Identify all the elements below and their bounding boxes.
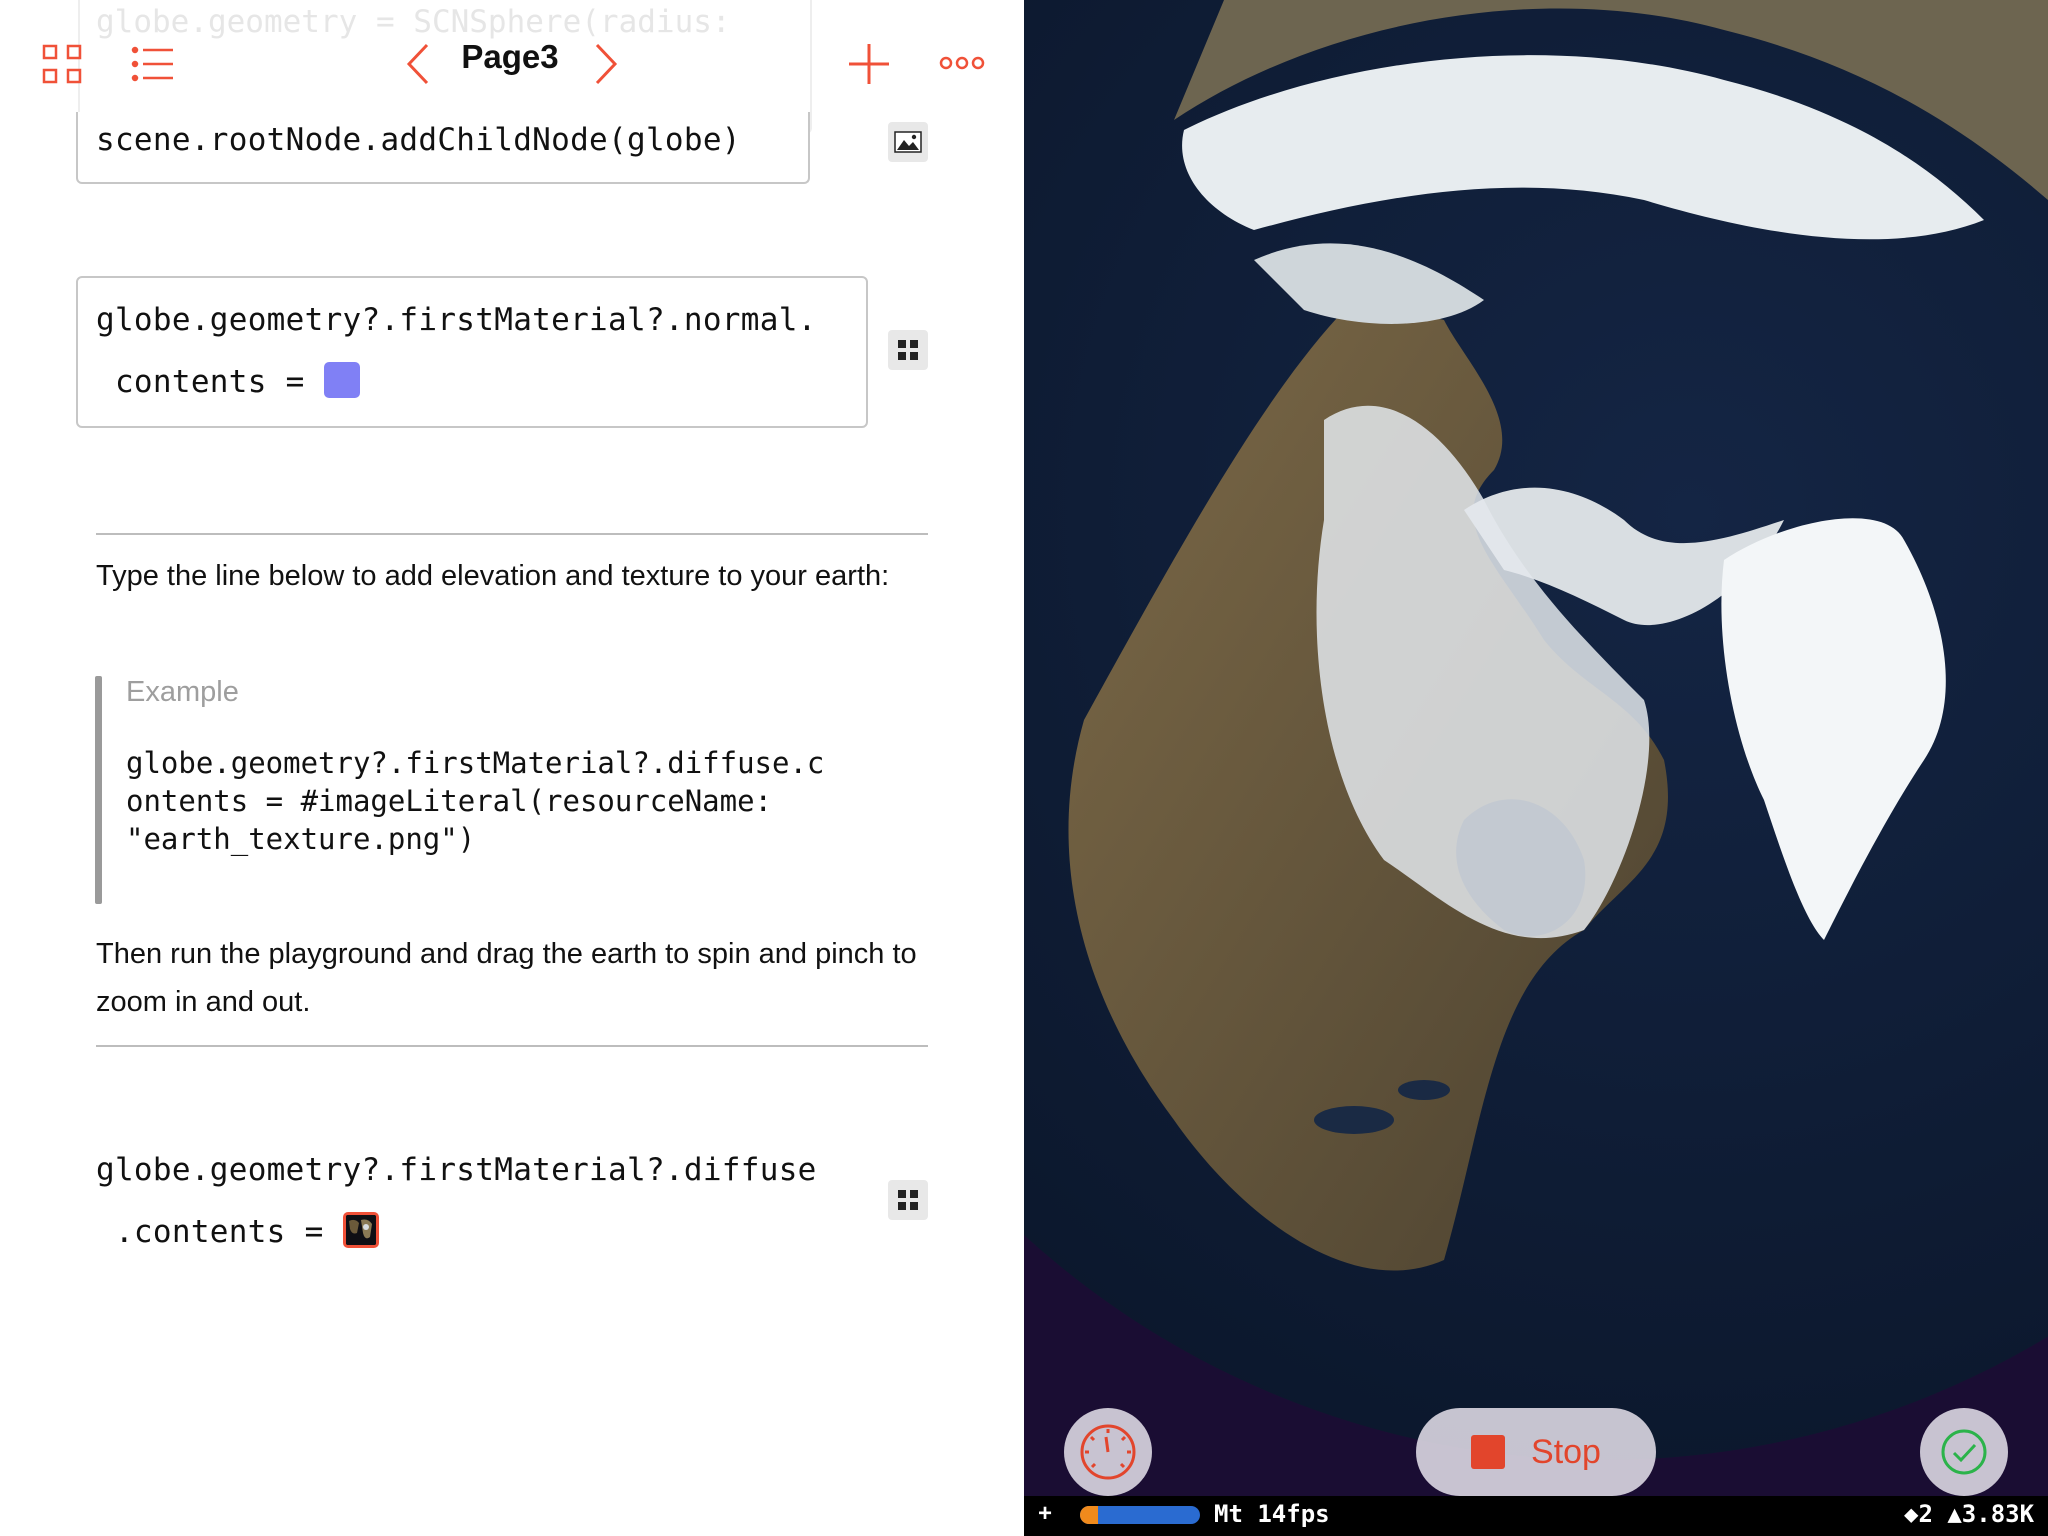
section-divider-top — [96, 533, 928, 535]
page-title: Page3 — [461, 38, 559, 75]
code-line-normal-1[interactable]: globe.geometry?.firstMaterial?.normal. — [96, 302, 817, 338]
grid-results-icon — [898, 340, 918, 360]
example-label: Example — [126, 676, 239, 708]
more-icon[interactable] — [938, 48, 986, 78]
stop-icon — [1471, 1435, 1506, 1469]
live-view[interactable]: Stop + Mt 14fps ◆2 ▲3.83K — [1024, 0, 2048, 1536]
speedometer-icon — [1080, 1424, 1136, 1480]
code-text: contents = — [96, 364, 324, 400]
example-code-line-2: ontents = #imageLiteral(resourceName: — [126, 784, 773, 818]
code-line-add-child[interactable]: scene.rootNode.addChildNode(globe) — [96, 122, 741, 158]
chevron-right-icon[interactable] — [588, 40, 624, 88]
image-literal-thumbnail[interactable] — [342, 1212, 379, 1248]
run-instruction-text: Then run the playground and drag the ear… — [96, 938, 917, 1018]
instruction-text: Type the line below to add elevation and… — [96, 560, 890, 592]
run-status-button[interactable] — [1920, 1408, 2008, 1496]
node-triangle-count: ◆2 ▲3.83K — [1904, 1500, 2035, 1528]
results-toggle-button[interactable] — [888, 1180, 928, 1220]
list-icon[interactable] — [130, 42, 176, 86]
great-lakes — [1314, 1106, 1394, 1134]
example-code-line-1: globe.geometry?.firstMaterial?.diffuse.c — [126, 746, 825, 780]
image-icon — [894, 131, 922, 153]
great-lakes — [1398, 1080, 1450, 1100]
code-line-normal-2[interactable]: contents = — [96, 362, 360, 400]
results-toggle-button[interactable] — [888, 330, 928, 370]
code-line-diffuse-1[interactable]: globe.geometry?.firstMaterial?.diffuse — [96, 1152, 817, 1188]
code-cell-normal[interactable] — [76, 276, 868, 428]
image-viewer-button[interactable] — [888, 122, 928, 162]
code-editor: globe.geometry = SCNSphere(radius: Page3 — [0, 0, 1024, 1536]
fps-readout: Mt 14fps — [1214, 1500, 1330, 1528]
render-progress-fill — [1080, 1506, 1098, 1524]
example-code-line-3: "earth_texture.png") — [126, 822, 476, 856]
stop-label: Stop — [1531, 1432, 1601, 1471]
speedometer-button[interactable] — [1064, 1408, 1152, 1496]
code-text: .contents = — [96, 1214, 343, 1250]
code-line-diffuse-2[interactable]: .contents = — [96, 1212, 379, 1250]
plus-icon[interactable] — [845, 40, 893, 88]
toolbar: Page3 — [0, 0, 1024, 128]
stop-button[interactable]: Stop — [1416, 1408, 1656, 1496]
render-progress-bar — [1080, 1506, 1200, 1524]
checkmark-circle-icon — [1941, 1429, 1987, 1475]
grid-results-icon — [898, 1190, 918, 1210]
earth-globe[interactable] — [1024, 0, 2048, 1536]
chevron-left-icon[interactable] — [400, 40, 436, 88]
grid-icon[interactable] — [40, 42, 84, 86]
section-divider-bottom — [96, 1045, 928, 1047]
color-literal-swatch[interactable] — [323, 362, 360, 398]
scene-stats-bar: + Mt 14fps ◆2 ▲3.83K — [1024, 1496, 2048, 1536]
stats-expand-button[interactable]: + — [1038, 1500, 1052, 1528]
example-quote-bar — [95, 676, 102, 904]
